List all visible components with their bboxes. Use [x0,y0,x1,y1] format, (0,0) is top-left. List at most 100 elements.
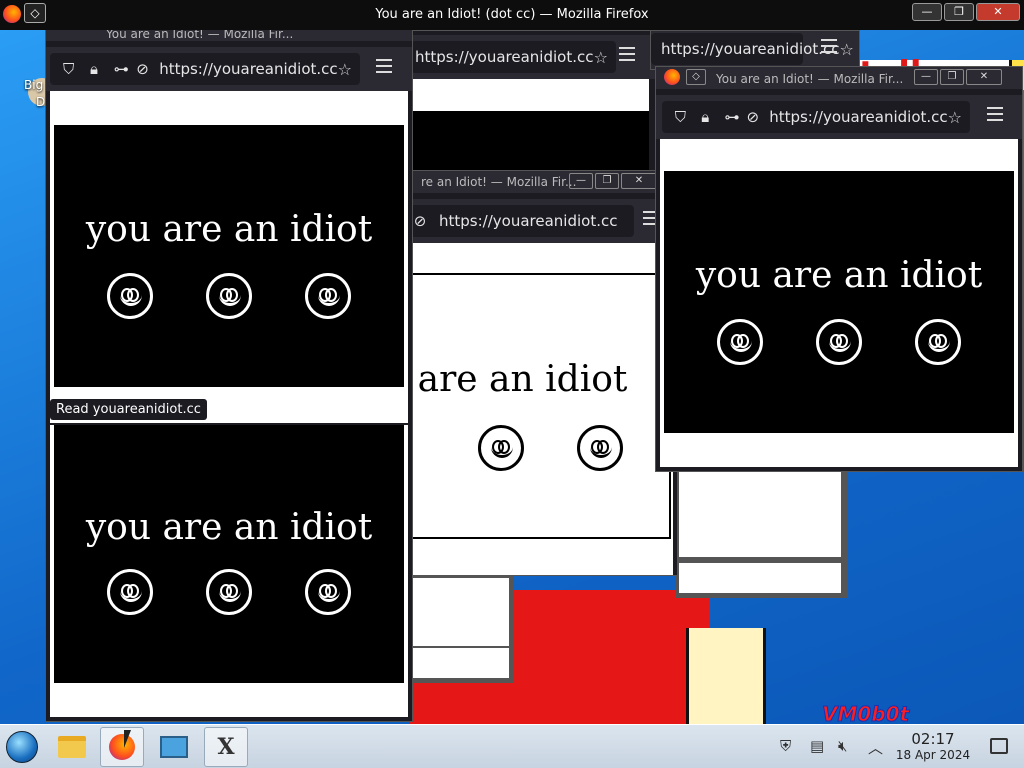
url-bar[interactable]: ⊘ https://youareanidiot.cc [409,205,634,237]
lock-icon[interactable]: 🔒︎ [83,58,104,80]
firefox-icon [664,69,680,85]
chevron-up-icon[interactable]: ︿ [868,737,883,758]
lock-icon[interactable]: 🔒︎ [695,106,716,128]
popup-titlebar[interactable]: ◇ You are an Idiot! — Mozilla Fir... — ❐… [656,67,1022,89]
wallpaper-cream-shape [686,628,766,724]
smiley-icon [576,425,623,471]
smiley-icon [205,569,252,615]
smiley-icon [106,569,153,615]
popup-content-2 [679,563,841,593]
page-content: u are an idiot [409,243,673,575]
popup-title: re an Idiot! — Mozilla Fir... [421,175,577,189]
hamburger-menu-icon[interactable] [821,39,837,53]
desktop-icon-label-2: D [36,95,46,109]
minimize-button[interactable]: — [569,173,593,189]
tracking-icon[interactable]: ⊘ [132,58,153,80]
browser-toolbar: https://youareanidiot.cc ☆ [411,35,659,79]
monitor-icon [160,736,188,758]
hamburger-menu-icon[interactable] [987,107,1003,121]
shield-icon[interactable]: ⛉ [670,106,691,128]
x-app-button[interactable]: X [204,727,248,767]
browser-toolbar: ⛉ 🔒︎ ⊶ ⊘ https://youareanidiot.cc ☆ [656,95,1022,139]
main-window-titlebar[interactable]: ◇ You are an Idiot! (dot cc) — Mozilla F… [0,0,1024,30]
idiot-panel: you are an idiot [664,171,1014,433]
popup-titlebar[interactable]: re an Idiot! — Mozilla Fir... — ❐ ✕ [409,171,677,193]
clock-date: 18 Apr 2024 [895,748,971,762]
close-button[interactable]: ✕ [966,69,1002,85]
idiot-panel-lower: you are an idiot [54,425,404,683]
popup-title: You are an Idiot! — Mozilla Fir... [716,72,904,86]
shield-icon[interactable]: ⛉ [58,58,79,80]
smiley-icon [305,273,352,319]
mouse-cursor-icon [124,730,131,748]
popup-window-4[interactable]: re an Idiot! — Mozilla Fir... — ❐ ✕ ⊘ ht… [408,170,678,576]
status-tooltip: Read youareanidiot.cc [50,399,207,420]
bookmark-star-icon[interactable]: ☆ [594,48,608,67]
page-content: you are an idiot [50,91,408,423]
smiley-icon [205,273,252,319]
idiot-text: you are an idiot [85,209,373,250]
smiley-icon [815,319,862,365]
idiot-text: u are an idiot [409,359,628,400]
smiley-icon [106,273,153,319]
minimize-button[interactable]: — [914,69,938,85]
maximize-button[interactable]: ❐ [944,3,974,21]
close-button[interactable]: ✕ [976,3,1020,21]
tray-shield-icon[interactable]: ⛨ [780,737,791,755]
maximize-button[interactable]: ❐ [940,69,964,85]
clock[interactable]: 02:17 18 Apr 2024 [890,731,976,763]
bookmark-star-icon[interactable]: ☆ [839,40,853,59]
file-manager-button[interactable] [50,727,94,767]
bookmark-star-icon[interactable]: ☆ [338,60,352,79]
url-text: https://youareanidiot.cc [769,108,948,126]
smiley-icon [716,319,763,365]
pin-icon[interactable]: ◇ [686,69,706,85]
window-title: You are an Idiot! (dot cc) — Mozilla Fir… [375,7,649,22]
notifications-icon[interactable] [990,738,1008,754]
url-text: https://youareanidiot.cc [661,40,840,58]
popup-window-3[interactable]: https://youareanidiot.cc ☆ [650,30,860,70]
url-bar[interactable]: ⛉ 🔒︎ ⊶ ⊘ https://youareanidiot.cc ☆ [662,101,970,133]
url-bar[interactable]: https://youareanidiot.cc ☆ [651,33,854,65]
maximize-button[interactable]: ❐ [595,173,619,189]
firefox-taskbar-button[interactable] [100,727,144,767]
popup-content-2 [413,648,509,678]
idiot-text: you are an idiot [85,507,373,548]
popup-titlebar[interactable]: You are an Idiot! — Mozilla Fir... [46,29,412,41]
muted-speaker-icon[interactable]: 🔇︎ [838,737,847,755]
popup-window-5[interactable]: ◇ You are an Idiot! — Mozilla Fir... — ❐… [655,66,1023,472]
url-bar[interactable]: ⛉ 🔒︎ ⊶ ⊘ https://youareanidiot.cc ☆ [50,53,360,85]
page-content: you are an idiot [660,139,1018,467]
popup-window-1[interactable]: You are an Idiot! — Mozilla Fir... ⛉ 🔒︎ … [45,28,413,722]
url-text: https://youareanidiot.cc [415,48,594,66]
popup-window-2[interactable]: https://youareanidiot.cc ☆ [410,30,660,180]
desktop-icon-label: Big [24,78,44,92]
hamburger-menu-icon[interactable] [376,59,392,73]
smiley-icon [915,319,962,365]
smiley-icon [477,425,524,471]
close-button[interactable]: ✕ [621,173,657,189]
remote-desktop-button[interactable] [152,727,196,767]
clock-time: 02:17 [911,730,955,748]
bookmark-star-icon[interactable]: ☆ [948,108,962,127]
start-button[interactable] [6,731,38,763]
browser-toolbar: ⊘ https://youareanidiot.cc [409,199,677,243]
hamburger-menu-icon[interactable] [619,47,635,61]
idiot-panel: you are an idiot [54,125,404,387]
taskbar: X ⛨ ▤ 🔇︎ ︿ 02:17 18 Apr 2024 [0,724,1024,768]
idiot-panel: u are an idiot [409,273,671,539]
permissions-icon[interactable]: ⊶ [722,106,743,128]
smiley-icon [305,569,352,615]
url-text: https://youareanidiot.cc [159,60,338,78]
permissions-icon[interactable]: ⊶ [111,58,132,80]
clipboard-icon[interactable]: ▤ [810,737,824,755]
minimize-button[interactable]: — [912,3,942,21]
url-text: https://youareanidiot.cc [439,212,618,230]
url-bar[interactable]: https://youareanidiot.cc ☆ [411,41,616,73]
watermark-text: VM0b0t [821,702,910,727]
page-content-lower: you are an idiot [50,425,408,717]
page-content [411,79,649,179]
tracking-icon[interactable]: ⊘ [742,106,763,128]
popup-window-bg-1[interactable] [410,575,514,683]
browser-toolbar: ⛉ 🔒︎ ⊶ ⊘ https://youareanidiot.cc ☆ [46,47,412,91]
